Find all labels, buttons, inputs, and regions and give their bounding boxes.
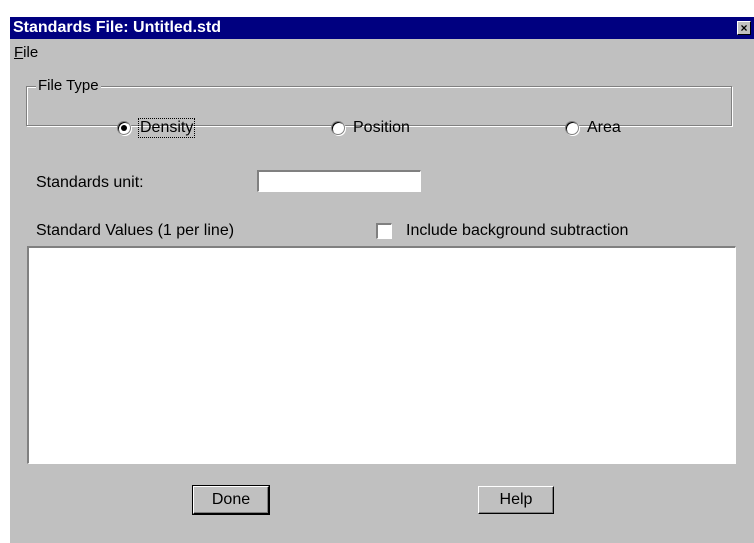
radio-area-indicator[interactable] bbox=[565, 121, 579, 135]
radio-density-indicator[interactable] bbox=[117, 121, 131, 135]
radio-density-label: Density bbox=[137, 118, 196, 138]
radio-position[interactable]: Position bbox=[331, 118, 410, 138]
standards-unit-input[interactable] bbox=[257, 170, 421, 192]
menu-file-mnemonic: F bbox=[14, 44, 24, 61]
radio-position-indicator[interactable] bbox=[331, 121, 345, 135]
close-icon[interactable]: × bbox=[737, 21, 751, 35]
checkbox-box[interactable] bbox=[376, 223, 392, 239]
window-title: Standards File: Untitled.std bbox=[13, 19, 222, 36]
title-bar[interactable]: Standards File: Untitled.std × bbox=[10, 17, 754, 39]
standards-unit-label: Standards unit: bbox=[36, 174, 144, 191]
menu-file[interactable]: File bbox=[14, 44, 38, 61]
radio-area[interactable]: Area bbox=[565, 118, 621, 138]
background-subtraction-label: Include background subtraction bbox=[406, 222, 629, 239]
menu-file-rest: ile bbox=[23, 44, 39, 61]
standard-values-label: Standard Values (1 per line) bbox=[36, 222, 235, 239]
radio-area-label: Area bbox=[587, 119, 621, 136]
help-button[interactable]: Help bbox=[478, 486, 554, 514]
radio-position-label: Position bbox=[353, 119, 410, 136]
menu-bar: File bbox=[10, 41, 754, 61]
radio-density[interactable]: Density bbox=[117, 118, 196, 138]
done-button[interactable]: Done bbox=[192, 485, 270, 515]
file-type-label: File Type bbox=[36, 77, 101, 94]
standard-values-textarea[interactable] bbox=[27, 246, 736, 464]
background-subtraction-checkbox[interactable]: Include background subtraction bbox=[376, 221, 628, 241]
